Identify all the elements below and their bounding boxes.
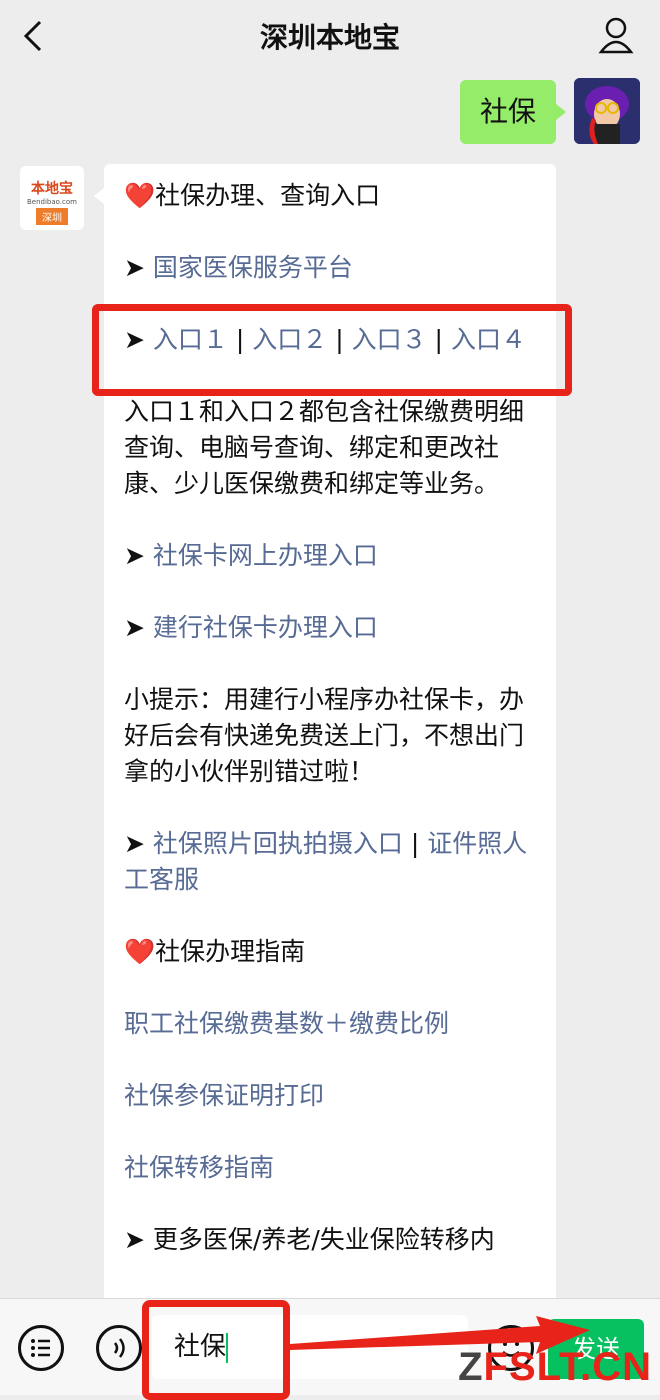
chat-area: 社保 本地宝 Bendibao.com 深圳 ❤️社保办理、查询入口 ➤ 国家医… bbox=[0, 72, 660, 1298]
more-transfer-line: ➤ 更多医保/养老/失业保险转移内 bbox=[124, 1222, 536, 1258]
transfer-guide-link[interactable]: 社保转移指南 bbox=[124, 1150, 536, 1186]
watermark-logo-icon: Z bbox=[458, 1345, 483, 1389]
user-icon[interactable] bbox=[598, 16, 634, 54]
ccb-card-line: ➤ 建行社保卡办理入口 bbox=[124, 610, 536, 646]
input-highlight-annotation bbox=[142, 1300, 290, 1400]
arrow-icon: ➤ bbox=[124, 829, 145, 858]
chat-title: 深圳本地宝 bbox=[0, 16, 660, 56]
ccb-card-link[interactable]: 建行社保卡办理入口 bbox=[153, 613, 378, 642]
entries-highlight-annotation bbox=[92, 304, 572, 396]
photo-receipt-link[interactable]: 社保照片回执拍摄入口 bbox=[153, 829, 403, 858]
watermark: ZFSLT.CN bbox=[458, 1345, 652, 1390]
top-bar: 深圳本地宝 bbox=[0, 0, 660, 72]
card-online-line: ➤ 社保卡网上办理入口 bbox=[124, 538, 536, 574]
card-online-link[interactable]: 社保卡网上办理入口 bbox=[153, 541, 378, 570]
arrow-icon: ➤ bbox=[124, 253, 145, 282]
bot-avatar-site: Bendibao.com bbox=[20, 198, 84, 206]
voice-icon[interactable] bbox=[96, 1325, 142, 1371]
tip-text: 小提示：用建行小程序办社保卡，办好后会有快递免费送上门，不想出门拿的小伙伴别错过… bbox=[124, 682, 536, 790]
arrow-icon: ➤ bbox=[124, 1225, 145, 1254]
user-avatar[interactable] bbox=[574, 78, 640, 144]
section-heading-entries: ❤️社保办理、查询入口 bbox=[124, 178, 536, 214]
separator: | bbox=[403, 829, 427, 858]
section-heading-guide: ❤️社保办理指南 bbox=[124, 934, 536, 970]
bot-avatar-city: 深圳 bbox=[36, 208, 68, 225]
national-platform-link[interactable]: 国家医保服务平台 bbox=[153, 253, 353, 282]
bot-avatar-brand: 本地宝 bbox=[20, 178, 84, 198]
proof-print-link[interactable]: 社保参保证明打印 bbox=[124, 1078, 536, 1114]
bot-avatar[interactable]: 本地宝 Bendibao.com 深圳 bbox=[20, 166, 84, 230]
user-message-bubble[interactable]: 社保 bbox=[460, 80, 556, 144]
arrow-icon: ➤ bbox=[124, 613, 145, 642]
base-ratio-link[interactable]: 职工社保缴费基数＋缴费比例 bbox=[124, 1006, 536, 1042]
photo-line: ➤ 社保照片回执拍摄入口 | 证件照人工客服 bbox=[124, 826, 536, 898]
watermark-text: FSLT.CN bbox=[484, 1345, 652, 1389]
arrow-icon: ➤ bbox=[124, 541, 145, 570]
national-platform-line: ➤ 国家医保服务平台 bbox=[124, 250, 536, 286]
more-transfer-text: 更多医保/养老/失业保险转移内 bbox=[153, 1225, 495, 1254]
menu-list-icon[interactable] bbox=[18, 1325, 64, 1371]
entries-description: 入口１和入口２都包含社保缴费明细查询、电脑号查询、绑定和更改社康、少儿医保缴费和… bbox=[124, 394, 536, 502]
